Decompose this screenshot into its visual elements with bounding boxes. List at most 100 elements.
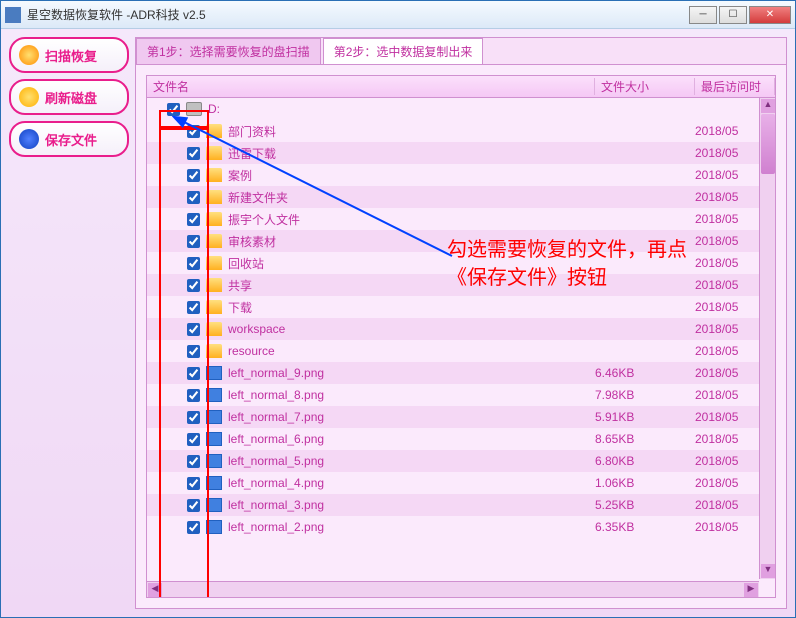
row-checkbox[interactable] [187,433,200,446]
tab-step2[interactable]: 第2步：选中数据复制出来 [323,38,484,64]
minimize-button[interactable]: ─ [689,6,717,24]
file-size: 6.46KB [595,366,695,380]
window-title: 星空数据恢复软件 -ADR科技 v2.5 [27,6,689,23]
scroll-up-arrow[interactable]: ▲ [761,99,775,113]
main-panel: 第1步：选择需要恢复的盘扫描 第2步：选中数据复制出来 文件名 文件大小 最后访… [135,37,787,609]
folder-icon [206,168,222,182]
file-row[interactable]: left_normal_7.png5.91KB2018/05 [147,406,775,428]
refresh-disk-button[interactable]: 刷新磁盘 [9,79,129,115]
row-checkbox[interactable] [187,411,200,424]
col-filename[interactable]: 文件名 [147,78,595,95]
file-row[interactable]: left_normal_8.png7.98KB2018/05 [147,384,775,406]
file-row[interactable]: resource2018/05 [147,340,775,362]
row-checkbox[interactable] [187,521,200,534]
row-checkbox[interactable] [187,301,200,314]
col-lastaccess[interactable]: 最后访问时 [695,78,775,95]
file-row[interactable]: 审核素材2018/05 [147,230,775,252]
scroll-thumb[interactable] [761,114,775,174]
scroll-left-arrow[interactable]: ◀ [148,583,162,597]
row-checkbox[interactable] [187,235,200,248]
row-checkbox[interactable] [187,279,200,292]
file-row[interactable]: 共享2018/05 [147,274,775,296]
file-icon [206,388,222,402]
vertical-scrollbar[interactable]: ▲ ▼ [759,98,775,579]
file-size: 1.06KB [595,476,695,490]
sidebar: 扫描恢复 刷新磁盘 保存文件 [9,37,129,609]
file-name: workspace [228,322,595,336]
tab-step1[interactable]: 第1步：选择需要恢复的盘扫描 [136,38,321,64]
row-checkbox[interactable] [187,389,200,402]
file-icon [206,520,222,534]
folder-icon [206,212,222,226]
row-checkbox[interactable] [187,169,200,182]
folder-icon [206,190,222,204]
row-checkbox[interactable] [187,147,200,160]
row-checkbox[interactable] [187,455,200,468]
scroll-down-arrow[interactable]: ▼ [761,564,775,578]
file-row[interactable]: left_normal_3.png5.25KB2018/05 [147,494,775,516]
file-row[interactable]: 案例2018/05 [147,164,775,186]
row-checkbox[interactable] [187,499,200,512]
file-size: 6.35KB [595,520,695,534]
folder-icon [206,300,222,314]
folder-icon [206,146,222,160]
row-checkbox[interactable] [187,323,200,336]
file-row[interactable]: 振宇个人文件2018/05 [147,208,775,230]
row-checkbox[interactable] [187,477,200,490]
file-row[interactable]: left_normal_6.png8.65KB2018/05 [147,428,775,450]
file-name: 共享 [228,277,595,294]
save-icon [19,129,39,149]
file-name: 回收站 [228,255,595,272]
rows-container: D: 部门资料2018/05迅雷下载2018/05案例2018/05新建文件夹2… [147,98,775,597]
refresh-label: 刷新磁盘 [45,88,97,107]
column-header: 文件名 文件大小 最后访问时 [147,76,775,98]
file-row[interactable]: left_normal_4.png1.06KB2018/05 [147,472,775,494]
file-icon [206,432,222,446]
file-row[interactable]: left_normal_9.png6.46KB2018/05 [147,362,775,384]
file-list: 文件名 文件大小 最后访问时 D: 部门资料2018/05迅雷下载2018/05… [146,75,776,598]
file-row[interactable]: left_normal_2.png6.35KB2018/05 [147,516,775,538]
folder-icon [206,234,222,248]
file-row[interactable]: 下载2018/05 [147,296,775,318]
file-row[interactable]: 回收站2018/05 [147,252,775,274]
folder-icon [206,124,222,138]
close-button[interactable]: ✕ [749,6,791,24]
drive-checkbox[interactable] [167,103,180,116]
file-row[interactable]: left_normal_5.png6.80KB2018/05 [147,450,775,472]
folder-icon [206,256,222,270]
file-row[interactable]: workspace2018/05 [147,318,775,340]
scan-label: 扫描恢复 [45,46,97,65]
file-name: 振宇个人文件 [228,211,595,228]
row-checkbox[interactable] [187,367,200,380]
drive-name: D: [208,102,595,116]
file-size: 5.25KB [595,498,695,512]
file-name: left_normal_6.png [228,432,595,446]
maximize-button[interactable]: ☐ [719,6,747,24]
file-name: left_normal_8.png [228,388,595,402]
titlebar: 星空数据恢复软件 -ADR科技 v2.5 ─ ☐ ✕ [1,1,795,29]
file-name: 案例 [228,167,595,184]
row-checkbox[interactable] [187,257,200,270]
row-checkbox[interactable] [187,213,200,226]
file-row[interactable]: 部门资料2018/05 [147,120,775,142]
scan-recover-button[interactable]: 扫描恢复 [9,37,129,73]
file-name: resource [228,344,595,358]
row-checkbox[interactable] [187,345,200,358]
file-icon [206,366,222,380]
horizontal-scrollbar[interactable]: ◀ ▶ [147,581,759,597]
row-checkbox[interactable] [187,125,200,138]
file-name: left_normal_7.png [228,410,595,424]
file-icon [206,410,222,424]
row-checkbox[interactable] [187,191,200,204]
folder-icon [206,278,222,292]
file-name: left_normal_9.png [228,366,595,380]
file-size: 6.80KB [595,454,695,468]
file-name: left_normal_2.png [228,520,595,534]
file-row[interactable]: 新建文件夹2018/05 [147,186,775,208]
save-file-button[interactable]: 保存文件 [9,121,129,157]
drive-row[interactable]: D: [147,98,775,120]
col-filesize[interactable]: 文件大小 [595,78,695,95]
file-row[interactable]: 迅雷下载2018/05 [147,142,775,164]
scroll-right-arrow[interactable]: ▶ [744,583,758,597]
file-name: 迅雷下载 [228,145,595,162]
